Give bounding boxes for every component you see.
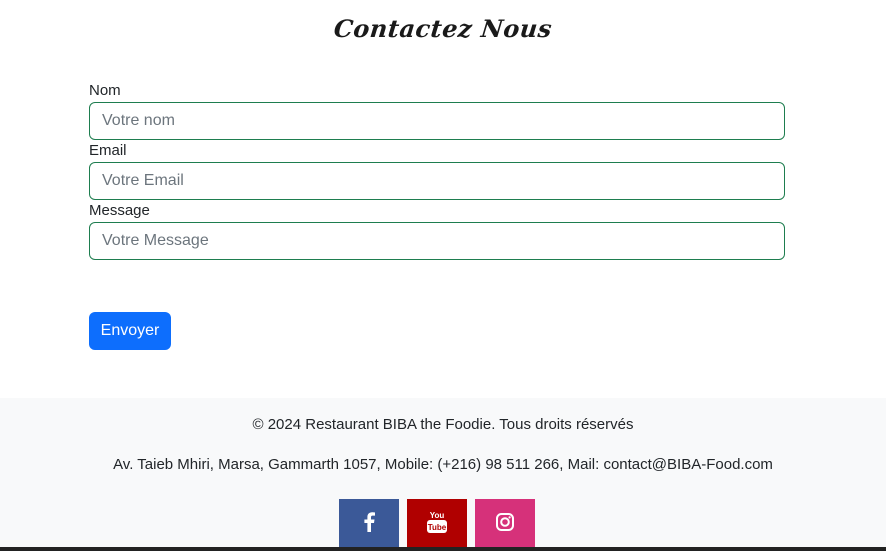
address-text: Av. Taieb Mhiri, Marsa, Gammarth 1057, M…	[113, 456, 773, 473]
youtube-link[interactable]: You Tube	[407, 499, 467, 549]
facebook-icon	[363, 511, 375, 537]
footer: © 2024 Restaurant BIBA the Foodie. Tous …	[0, 398, 886, 551]
message-input[interactable]	[89, 222, 785, 260]
svg-text:You: You	[430, 511, 445, 520]
send-button[interactable]: Envoyer	[89, 312, 171, 350]
message-label: Message	[89, 202, 150, 219]
contact-page: Contactez Nous Nom Email Message Envoyer…	[0, 0, 886, 551]
youtube-icon: You Tube	[426, 510, 448, 539]
page-title: Contactez Nous	[332, 14, 554, 43]
instagram-link[interactable]	[475, 499, 535, 549]
facebook-link[interactable]	[339, 499, 399, 549]
copyright-text: © 2024 Restaurant BIBA the Foodie. Tous …	[252, 416, 634, 433]
instagram-icon	[495, 512, 515, 537]
svg-text:Tube: Tube	[428, 523, 447, 532]
bottom-divider	[0, 547, 886, 551]
email-input[interactable]	[89, 162, 785, 200]
contact-form: Nom Email Message	[89, 80, 785, 260]
name-label: Nom	[89, 82, 121, 99]
email-label: Email	[89, 142, 127, 159]
name-input[interactable]	[89, 102, 785, 140]
